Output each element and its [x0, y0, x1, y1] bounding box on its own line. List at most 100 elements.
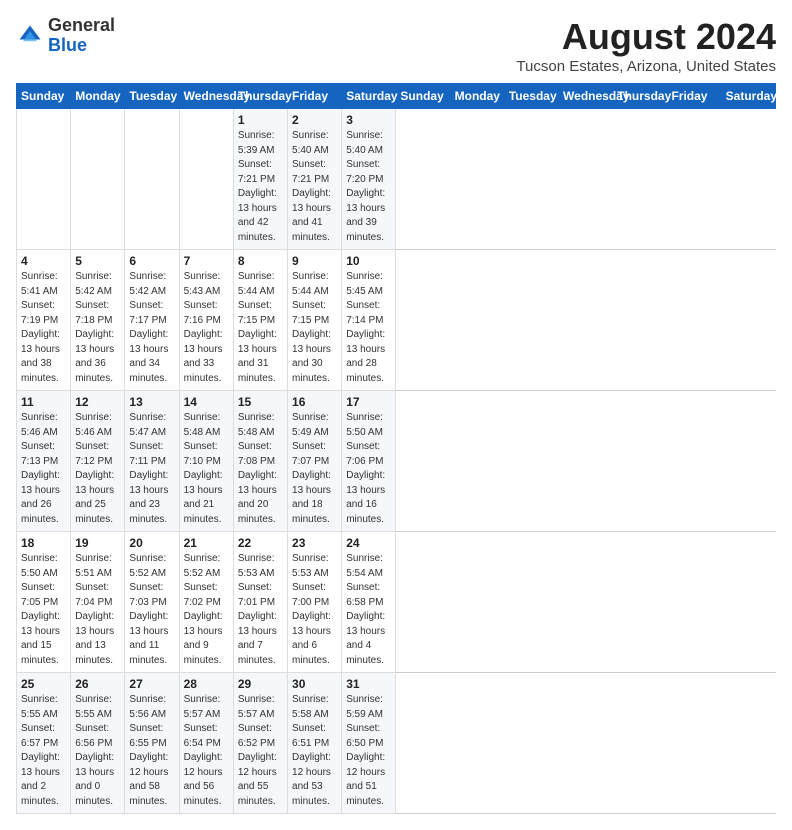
- day-number: 8: [238, 254, 283, 268]
- calendar-cell: 6 Sunrise: 5:42 AM Sunset: 7:17 PM Daylig…: [125, 250, 179, 391]
- calendar-week-row: 18 Sunrise: 5:50 AM Sunset: 7:05 PM Dayli…: [17, 532, 776, 673]
- day-number: 1: [238, 113, 283, 127]
- cell-sun-info: Sunrise: 5:47 AM Sunset: 7:11 PM Dayligh…: [129, 411, 174, 527]
- header-sunday: Sunday: [17, 84, 71, 109]
- cell-sun-info: Sunrise: 5:40 AM Sunset: 7:21 PM Dayligh…: [292, 129, 337, 245]
- header-saturday: Saturday: [342, 84, 396, 109]
- cell-sun-info: Sunrise: 5:50 AM Sunset: 7:05 PM Dayligh…: [21, 552, 66, 668]
- header-monday: Monday: [450, 84, 504, 109]
- header-thursday: Thursday: [233, 84, 287, 109]
- day-number: 22: [238, 536, 283, 550]
- calendar-cell: 31 Sunrise: 5:59 AM Sunset: 6:50 PM Dayli…: [342, 673, 396, 814]
- day-number: 11: [21, 395, 66, 409]
- calendar-cell: 23Sunrise: 5:53 AM Sunset: 7:00 PM Dayli…: [288, 532, 342, 673]
- calendar-cell: 28 Sunrise: 5:57 AM Sunset: 6:54 PM Dayli…: [179, 673, 233, 814]
- cell-sun-info: Sunrise: 5:44 AM Sunset: 7:15 PM Dayligh…: [292, 270, 337, 386]
- day-number: 31: [346, 677, 391, 691]
- day-number: 15: [238, 395, 283, 409]
- day-number: 24: [346, 536, 391, 550]
- day-number: 13: [129, 395, 174, 409]
- calendar-cell: 11 Sunrise: 5:46 AM Sunset: 7:13 PM Dayli…: [17, 391, 71, 532]
- cell-sun-info: Sunrise: 5:49 AM Sunset: 7:07 PM Dayligh…: [292, 411, 337, 527]
- logo-blue-text: Blue: [48, 35, 87, 55]
- header-friday: Friday: [667, 84, 721, 109]
- calendar-cell: [71, 109, 125, 250]
- logo-icon: [16, 22, 44, 50]
- day-number: 16: [292, 395, 337, 409]
- cell-sun-info: Sunrise: 5:46 AM Sunset: 7:13 PM Dayligh…: [21, 411, 66, 527]
- day-number: 6: [129, 254, 174, 268]
- calendar-cell: 15 Sunrise: 5:48 AM Sunset: 7:08 PM Dayli…: [233, 391, 287, 532]
- calendar-cell: 2 Sunrise: 5:40 AM Sunset: 7:21 PM Daylig…: [288, 109, 342, 250]
- day-number: 21: [184, 536, 229, 550]
- day-number: 28: [184, 677, 229, 691]
- cell-sun-info: Sunrise: 5:57 AM Sunset: 6:54 PM Dayligh…: [184, 693, 229, 809]
- header-friday: Friday: [288, 84, 342, 109]
- page-header: General Blue August 2024 Tucson Estates,…: [16, 16, 776, 75]
- logo-general-text: General: [48, 15, 115, 35]
- cell-sun-info: Sunrise: 5:59 AM Sunset: 6:50 PM Dayligh…: [346, 693, 391, 809]
- cell-sun-info: Sunrise: 5:40 AM Sunset: 7:20 PM Dayligh…: [346, 129, 391, 245]
- header-wednesday: Wednesday: [559, 84, 613, 109]
- cell-sun-info: Sunrise: 5:48 AM Sunset: 7:10 PM Dayligh…: [184, 411, 229, 527]
- cell-sun-info: Sunrise: 5:58 AM Sunset: 6:51 PM Dayligh…: [292, 693, 337, 809]
- calendar-cell: 24 Sunrise: 5:54 AM Sunset: 6:58 PM Dayli…: [342, 532, 396, 673]
- day-number: 3: [346, 113, 391, 127]
- calendar-cell: 8 Sunrise: 5:44 AM Sunset: 7:15 PM Daylig…: [233, 250, 287, 391]
- cell-sun-info: Sunrise: 5:53 AM Sunset: 7:00 PM Dayligh…: [292, 552, 337, 668]
- calendar-cell: 26Sunrise: 5:55 AM Sunset: 6:56 PM Dayli…: [71, 673, 125, 814]
- day-number: 4: [21, 254, 66, 268]
- calendar-cell: [179, 109, 233, 250]
- calendar-cell: 5Sunrise: 5:42 AM Sunset: 7:18 PM Daylig…: [71, 250, 125, 391]
- cell-sun-info: Sunrise: 5:55 AM Sunset: 6:57 PM Dayligh…: [21, 693, 66, 809]
- calendar-week-row: 25Sunrise: 5:55 AM Sunset: 6:57 PM Dayli…: [17, 673, 776, 814]
- calendar-cell: 29 Sunrise: 5:57 AM Sunset: 6:52 PM Dayli…: [233, 673, 287, 814]
- calendar-cell: 1 Sunrise: 5:39 AM Sunset: 7:21 PM Daylig…: [233, 109, 287, 250]
- calendar-cell: 22 Sunrise: 5:53 AM Sunset: 7:01 PM Dayli…: [233, 532, 287, 673]
- cell-sun-info: Sunrise: 5:42 AM Sunset: 7:17 PM Dayligh…: [129, 270, 174, 386]
- calendar-header-row: SundayMondayTuesdayWednesdayThursdayFrid…: [17, 84, 776, 109]
- title-block: August 2024 Tucson Estates, Arizona, Uni…: [516, 16, 776, 75]
- cell-sun-info: Sunrise: 5:56 AM Sunset: 6:55 PM Dayligh…: [129, 693, 174, 809]
- cell-sun-info: Sunrise: 5:53 AM Sunset: 7:01 PM Dayligh…: [238, 552, 283, 668]
- header-saturday: Saturday: [721, 84, 775, 109]
- day-number: 18: [21, 536, 66, 550]
- day-number: 12: [75, 395, 120, 409]
- calendar-cell: 13 Sunrise: 5:47 AM Sunset: 7:11 PM Dayli…: [125, 391, 179, 532]
- day-number: 17: [346, 395, 391, 409]
- header-monday: Monday: [71, 84, 125, 109]
- cell-sun-info: Sunrise: 5:39 AM Sunset: 7:21 PM Dayligh…: [238, 129, 283, 245]
- cell-sun-info: Sunrise: 5:41 AM Sunset: 7:19 PM Dayligh…: [21, 270, 66, 386]
- calendar-table: SundayMondayTuesdayWednesdayThursdayFrid…: [16, 83, 776, 814]
- cell-sun-info: Sunrise: 5:43 AM Sunset: 7:16 PM Dayligh…: [184, 270, 229, 386]
- month-year-title: August 2024: [516, 16, 776, 58]
- calendar-week-row: 4 Sunrise: 5:41 AM Sunset: 7:19 PM Daylig…: [17, 250, 776, 391]
- calendar-cell: 30Sunrise: 5:58 AM Sunset: 6:51 PM Dayli…: [288, 673, 342, 814]
- day-number: 29: [238, 677, 283, 691]
- calendar-cell: 20Sunrise: 5:52 AM Sunset: 7:03 PM Dayli…: [125, 532, 179, 673]
- calendar-cell: 9 Sunrise: 5:44 AM Sunset: 7:15 PM Daylig…: [288, 250, 342, 391]
- header-sunday: Sunday: [396, 84, 450, 109]
- day-number: 5: [75, 254, 120, 268]
- calendar-cell: 7Sunrise: 5:43 AM Sunset: 7:16 PM Daylig…: [179, 250, 233, 391]
- header-tuesday: Tuesday: [504, 84, 558, 109]
- header-tuesday: Tuesday: [125, 84, 179, 109]
- calendar-cell: 18 Sunrise: 5:50 AM Sunset: 7:05 PM Dayli…: [17, 532, 71, 673]
- day-number: 26: [75, 677, 120, 691]
- cell-sun-info: Sunrise: 5:44 AM Sunset: 7:15 PM Dayligh…: [238, 270, 283, 386]
- day-number: 14: [184, 395, 229, 409]
- day-number: 9: [292, 254, 337, 268]
- calendar-cell: 27 Sunrise: 5:56 AM Sunset: 6:55 PM Dayli…: [125, 673, 179, 814]
- calendar-cell: 14 Sunrise: 5:48 AM Sunset: 7:10 PM Dayli…: [179, 391, 233, 532]
- cell-sun-info: Sunrise: 5:50 AM Sunset: 7:06 PM Dayligh…: [346, 411, 391, 527]
- day-number: 20: [129, 536, 174, 550]
- calendar-cell: [17, 109, 71, 250]
- day-number: 2: [292, 113, 337, 127]
- cell-sun-info: Sunrise: 5:51 AM Sunset: 7:04 PM Dayligh…: [75, 552, 120, 668]
- day-number: 27: [129, 677, 174, 691]
- cell-sun-info: Sunrise: 5:52 AM Sunset: 7:02 PM Dayligh…: [184, 552, 229, 668]
- cell-sun-info: Sunrise: 5:57 AM Sunset: 6:52 PM Dayligh…: [238, 693, 283, 809]
- location-subtitle: Tucson Estates, Arizona, United States: [516, 58, 776, 75]
- cell-sun-info: Sunrise: 5:48 AM Sunset: 7:08 PM Dayligh…: [238, 411, 283, 527]
- cell-sun-info: Sunrise: 5:54 AM Sunset: 6:58 PM Dayligh…: [346, 552, 391, 668]
